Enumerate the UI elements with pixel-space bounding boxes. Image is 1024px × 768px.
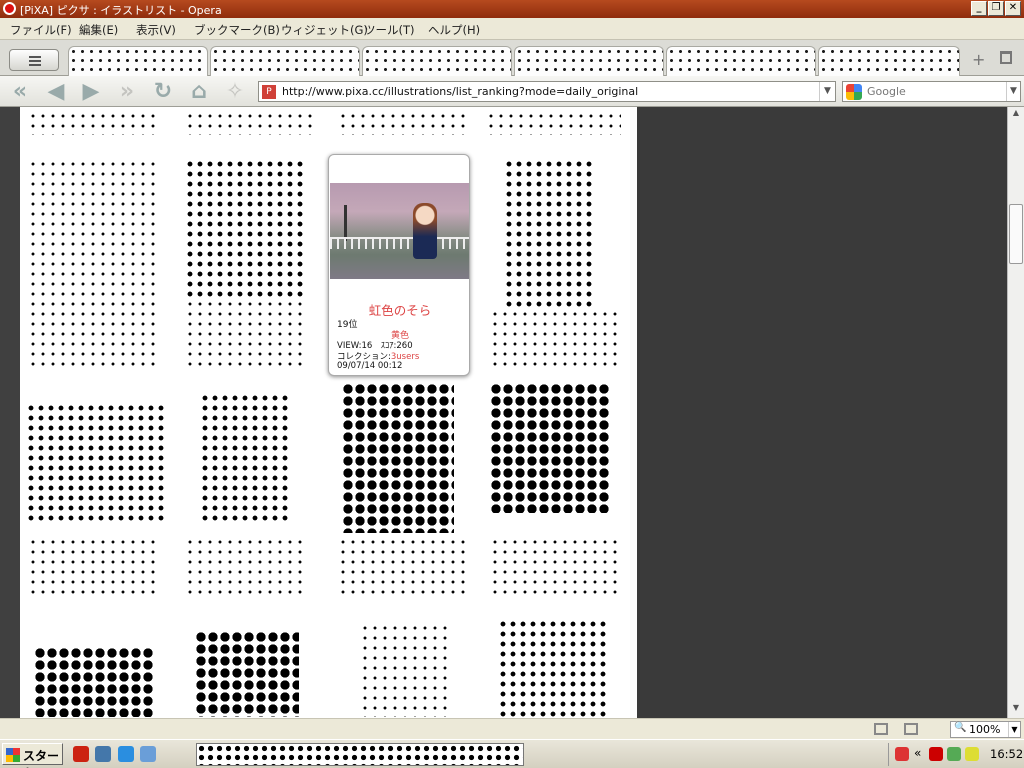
thumbnail[interactable] (490, 309, 620, 369)
thumbnail[interactable] (185, 159, 303, 299)
zoom-level[interactable]: 100% (969, 723, 1000, 736)
thumbnail[interactable] (490, 383, 610, 513)
reload-icon[interactable]: ↻ (150, 79, 176, 105)
fast-forward-icon[interactable]: » (114, 79, 140, 105)
minimize-button[interactable]: _ (971, 1, 987, 16)
menu-widgets[interactable]: ウィジェット(G) (281, 22, 368, 38)
thumbnail[interactable] (504, 159, 594, 309)
back-icon[interactable]: ◀ (43, 79, 69, 105)
wand-icon[interactable]: ✧ (222, 79, 248, 105)
zoom-dropdown-icon[interactable]: ▼ (1008, 722, 1020, 737)
thumbnail[interactable] (360, 623, 450, 717)
panel-sidebar (0, 107, 20, 718)
tray-expand-icon[interactable]: « (914, 746, 921, 760)
home-icon[interactable]: ⌂ (186, 79, 212, 105)
clock: 16:52 (990, 747, 1024, 761)
thumbnail[interactable] (34, 647, 154, 717)
thumbnail[interactable] (185, 111, 315, 135)
tray-network-icon[interactable] (947, 747, 961, 761)
thumbnail[interactable] (490, 537, 620, 597)
zoom-control[interactable]: 🔍 100% ▼ (950, 721, 1021, 738)
menu-edit[interactable]: 編集(E) (79, 22, 118, 38)
address-url[interactable]: http://www.pixa.cc/illustrations/list_ra… (282, 85, 638, 98)
site-favicon: P (262, 85, 276, 99)
tab-5[interactable] (666, 46, 816, 76)
thumbnail[interactable] (498, 619, 608, 717)
scrollbar-thumb[interactable] (1009, 204, 1023, 264)
thumbnail[interactable] (26, 403, 168, 521)
opera-menu-button[interactable] (9, 49, 59, 71)
vertical-scrollbar[interactable]: ▲ ▼ (1007, 107, 1024, 718)
panel-toggle-icon[interactable] (874, 723, 888, 735)
web-page: 虹色のそら 19位 黄色 VIEW:16 ｽｺｱ:260 コレクション:3use… (20, 107, 637, 718)
trash-icon[interactable] (1000, 51, 1012, 64)
address-bar[interactable]: P http://www.pixa.cc/illustrations/list_… (258, 81, 836, 102)
new-tab-button[interactable]: + (972, 50, 985, 69)
menu-help[interactable]: ヘルプ(H) (428, 22, 480, 38)
thumbnail[interactable] (342, 383, 454, 533)
navigation-bar: « ◀ ▶ » ↻ ⌂ ✧ P http://www.pixa.cc/illus… (0, 76, 1024, 107)
illustration-image[interactable] (330, 183, 469, 279)
scroll-down-icon[interactable]: ▼ (1008, 703, 1024, 717)
address-dropdown-icon[interactable]: ▼ (819, 82, 835, 101)
menu-tools[interactable]: ツール(T) (364, 22, 415, 38)
tab-6[interactable] (818, 46, 960, 76)
thumbnail[interactable] (28, 159, 158, 369)
opera-quicklaunch-icon[interactable] (73, 746, 89, 762)
illustration-card[interactable]: 虹色のそら 19位 黄色 VIEW:16 ｽｺｱ:260 コレクション:3use… (328, 154, 470, 376)
thumbnail[interactable] (28, 111, 158, 135)
window-title: [PiXA] ピクサ : イラストリスト - Opera (20, 4, 222, 17)
scroll-up-icon[interactable]: ▲ (1008, 108, 1024, 122)
close-button[interactable]: ✕ (1005, 1, 1021, 16)
thumbnail[interactable] (338, 537, 468, 597)
start-label: スタート (23, 749, 60, 768)
search-engine-label: Google (867, 85, 906, 98)
restore-button[interactable]: ❐ (988, 1, 1004, 16)
tab-4[interactable] (514, 46, 664, 76)
status-bar: 🔍 100% ▼ (0, 718, 1024, 739)
window-titlebar: [PiXA] ピクサ : イラストリスト - Opera _ ❐ ✕ (0, 0, 1024, 18)
menu-bookmarks[interactable]: ブックマーク(B) (194, 22, 280, 38)
thumbnail[interactable] (195, 631, 299, 717)
forward-icon[interactable]: ▶ (78, 79, 104, 105)
taskbar: スタート « 16:52 (0, 739, 1024, 768)
taskbar-window-button[interactable] (196, 743, 524, 766)
tab-3[interactable] (362, 46, 512, 76)
search-dropdown-icon[interactable]: ▼ (1006, 82, 1020, 101)
tray-ime-icon[interactable] (965, 747, 979, 761)
tray-app-icon[interactable] (895, 747, 909, 761)
start-button[interactable]: スタート (2, 743, 63, 768)
google-icon (846, 84, 862, 100)
sync-icon[interactable] (904, 723, 918, 735)
thumbnail[interactable] (486, 111, 621, 135)
zoom-icon: 🔍 (954, 722, 967, 733)
tray-m-icon[interactable] (929, 747, 943, 761)
thumbnail[interactable] (185, 537, 305, 597)
browser-content: 虹色のそら 19位 黄色 VIEW:16 ｽｺｱ:260 コレクション:3use… (0, 107, 1024, 718)
search-box[interactable]: Google ▼ (842, 81, 1021, 102)
illustration-date: 09/07/14 00:12 (337, 361, 403, 371)
desktop-quicklaunch-icon[interactable] (140, 746, 156, 762)
tab-bar (0, 40, 1024, 76)
thumbnail[interactable] (28, 537, 158, 597)
thumbnail[interactable] (338, 111, 468, 135)
menu-file[interactable]: ファイル(F) (10, 22, 72, 38)
system-tray: « 16:52 (888, 743, 1024, 766)
explorer-quicklaunch-icon[interactable] (95, 746, 111, 762)
menu-bar: ファイル(F) 編集(E) 表示(V) ブックマーク(B) ウィジェット(G) … (0, 18, 1024, 40)
ie-quicklaunch-icon[interactable] (118, 746, 134, 762)
thumbnail[interactable] (200, 393, 290, 523)
menu-view[interactable]: 表示(V) (136, 22, 176, 38)
opera-icon (3, 2, 16, 15)
rewind-icon[interactable]: « (7, 79, 33, 105)
tab-active[interactable] (68, 46, 208, 76)
thumbnail[interactable] (185, 299, 303, 369)
windows-logo-icon (6, 748, 20, 762)
tab-2[interactable] (210, 46, 360, 76)
